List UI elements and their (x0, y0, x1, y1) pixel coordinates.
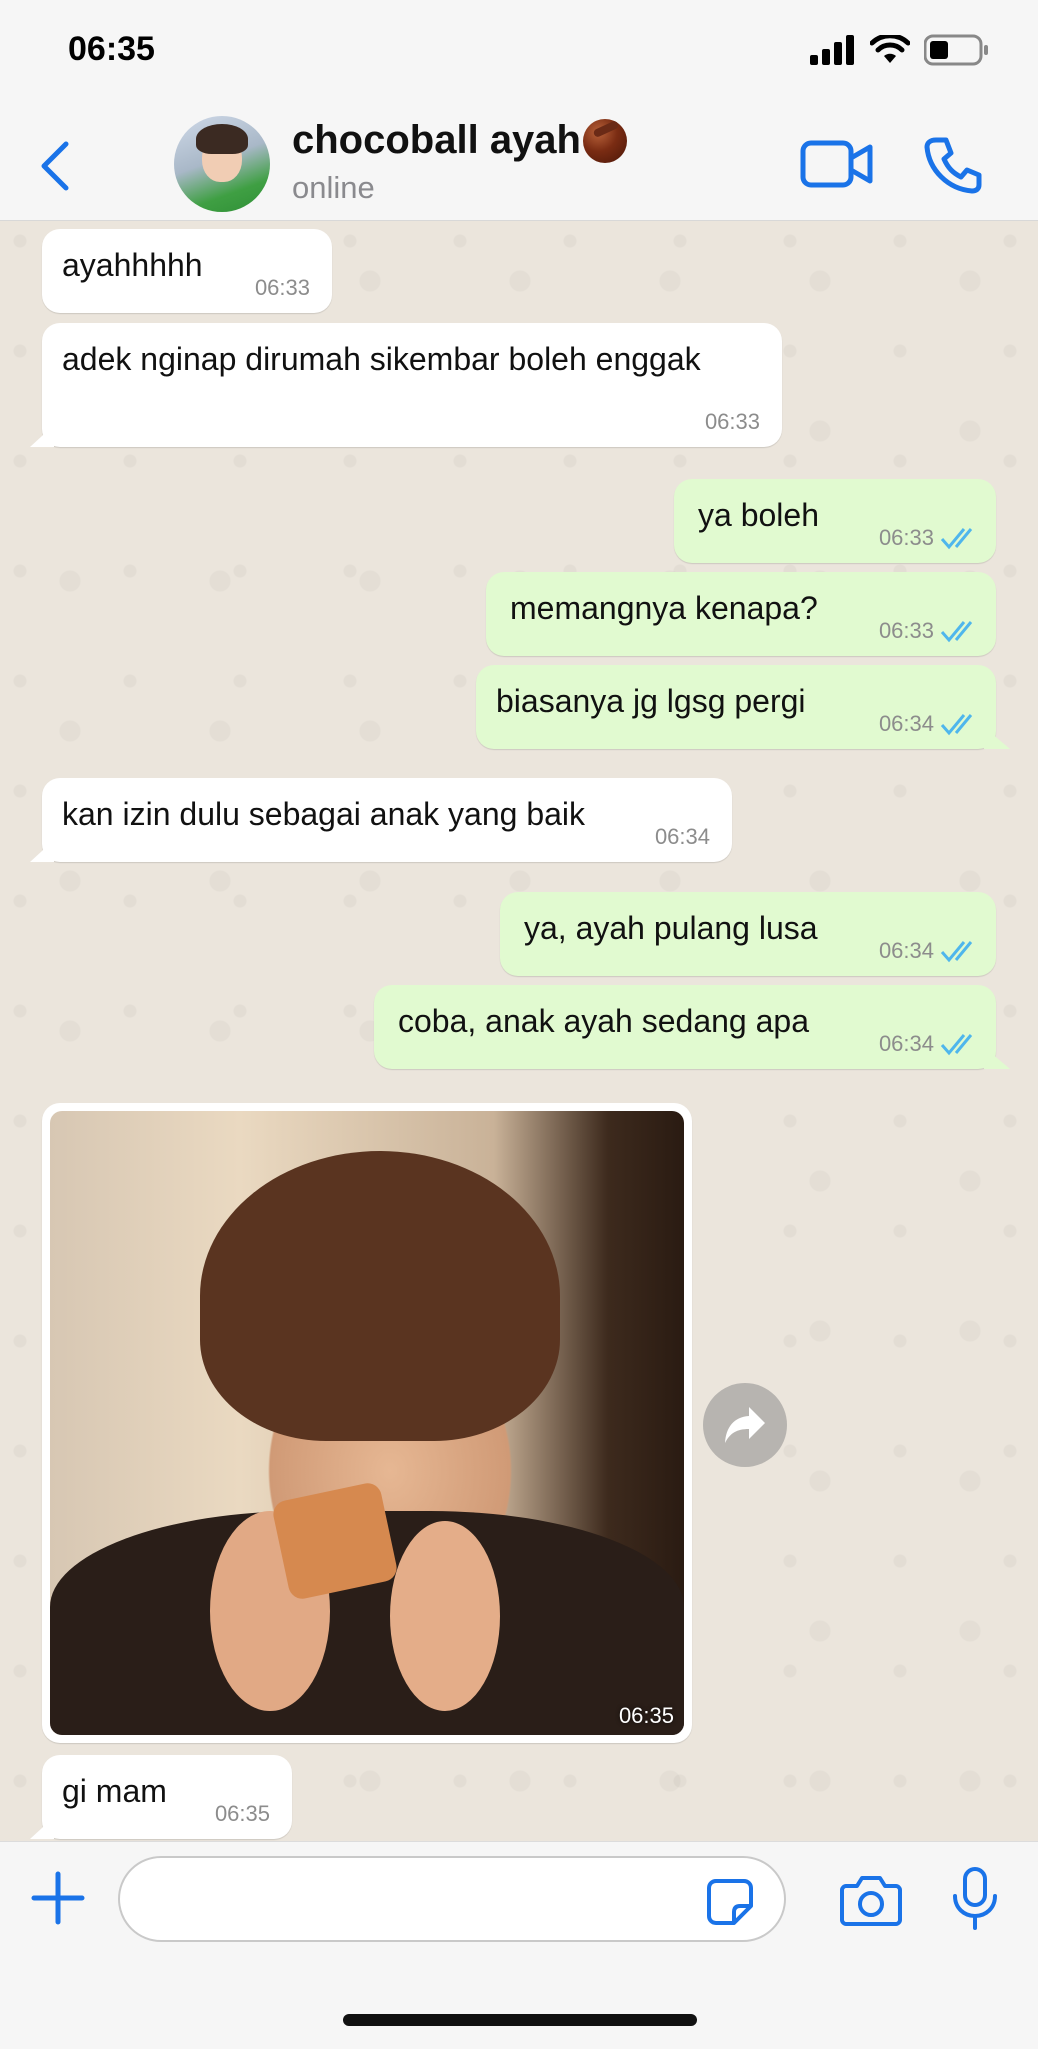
message-outgoing[interactable]: ya, ayah pulang lusa 06:34 (500, 892, 996, 976)
message-outgoing[interactable]: coba, anak ayah sedang apa 06:34 (374, 985, 1010, 1069)
message-time: 06:33 (878, 618, 934, 643)
contact-name-row[interactable]: chocoball ayah (292, 118, 627, 163)
message-time: 06:34 (654, 824, 710, 849)
status-icons (810, 34, 990, 66)
plus-icon[interactable] (30, 1870, 86, 1926)
back-icon[interactable] (36, 138, 76, 194)
message-time: 06:33 (254, 275, 310, 300)
message-text: coba, anak ayah sedang apa (398, 1003, 809, 1039)
message-text: kan izin dulu sebagai anak yang baik (62, 796, 586, 832)
contact-avatar[interactable] (174, 116, 270, 212)
video-call-icon[interactable] (800, 138, 874, 190)
camera-icon[interactable] (840, 1874, 902, 1926)
message-text: ayahhhhh (62, 247, 203, 283)
double-check-icon (940, 528, 973, 550)
message-text: ya boleh (698, 497, 819, 533)
message-input[interactable] (118, 1856, 786, 1942)
message-time: 06:34 (878, 938, 934, 963)
message-time: 06:35 (618, 1703, 674, 1728)
message-text: adek nginap dirumah sikembar boleh engga… (62, 341, 701, 377)
message-time: 06:33 (878, 525, 934, 550)
double-check-icon (940, 941, 973, 963)
home-indicator[interactable] (343, 2014, 697, 2026)
message-time: 06:35 (214, 1801, 270, 1826)
message-time: 06:34 (878, 1031, 934, 1056)
message-time: 06:33 (704, 409, 760, 434)
phone-icon[interactable] (924, 136, 982, 194)
double-check-icon (940, 621, 973, 643)
forward-icon (725, 1407, 765, 1443)
input-bar (0, 1841, 1038, 2049)
message-outgoing[interactable]: biasanya jg lgsg pergi 06:34 (476, 665, 1010, 749)
message-text: memangnya kenapa? (510, 590, 818, 626)
message-incoming[interactable]: kan izin dulu sebagai anak yang baik 06:… (30, 778, 732, 862)
wifi-icon (870, 35, 910, 63)
chocoball-emoji-icon (582, 118, 627, 163)
message-incoming[interactable]: adek nginap dirumah sikembar boleh engga… (30, 323, 782, 447)
photo-image[interactable] (50, 1111, 684, 1735)
contact-name: chocoball ayah (292, 118, 581, 162)
message-text: biasanya jg lgsg pergi (496, 683, 806, 719)
contact-status: online (292, 170, 375, 205)
status-bar: 06:35 (0, 0, 1038, 108)
forward-button[interactable] (703, 1383, 787, 1467)
message-text: ya, ayah pulang lusa (524, 910, 818, 946)
chat-header: chocoball ayah online (0, 108, 1038, 221)
sticker-icon[interactable] (706, 1878, 754, 1926)
double-check-icon (940, 1034, 973, 1056)
message-incoming[interactable]: gi mam 06:35 (30, 1755, 292, 1839)
message-outgoing[interactable]: memangnya kenapa? 06:33 (486, 572, 996, 656)
message-time: 06:34 (878, 711, 934, 736)
microphone-icon[interactable] (950, 1866, 1000, 1932)
battery-icon (924, 34, 988, 66)
signal-icon (810, 35, 854, 65)
message-text: gi mam (62, 1773, 167, 1809)
chat-area[interactable]: ayahhhhh 06:33 adek nginap dirumah sikem… (0, 221, 1038, 1841)
message-outgoing[interactable]: ya boleh 06:33 (674, 479, 996, 563)
photo-message[interactable]: 06:35 (42, 1103, 692, 1743)
status-time: 06:35 (68, 30, 155, 68)
double-check-icon (940, 714, 973, 736)
message-incoming[interactable]: ayahhhhh 06:33 (42, 229, 332, 313)
